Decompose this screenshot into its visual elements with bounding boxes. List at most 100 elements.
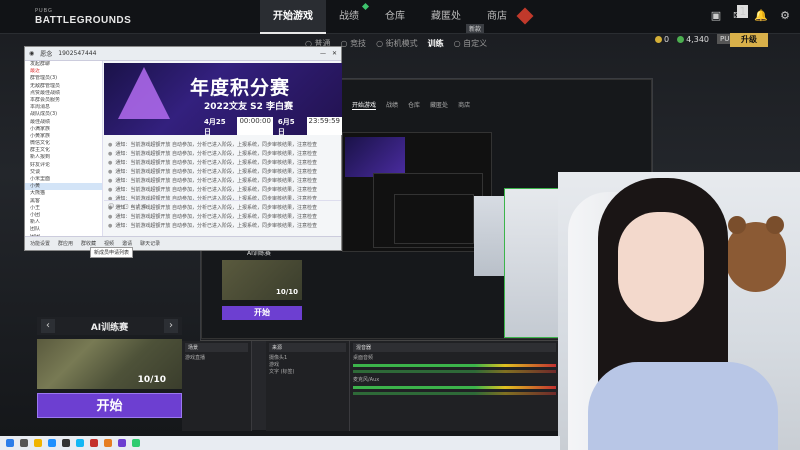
app-icon-red[interactable] [90, 439, 98, 447]
qq-member-item[interactable]: 发起群聊 [25, 61, 102, 68]
nav-inventory[interactable]: 仓库 [372, 0, 418, 34]
mode-training[interactable]: 训练 [428, 38, 444, 49]
scenes-panel: 场景 游戏直播 [182, 341, 252, 431]
settings-gear-icon[interactable]: ⚙ [780, 9, 790, 22]
search-icon[interactable] [20, 439, 28, 447]
qq-bottom-button[interactable]: 邀请 [122, 240, 132, 247]
qq-member-item[interactable]: 新人 [25, 219, 102, 226]
g-coin-icon [655, 35, 662, 43]
sources-header: 来源 [269, 343, 346, 352]
qq-close-icon[interactable]: ✕ [332, 50, 337, 57]
qq-member-item[interactable]: 最佳战绩 [25, 119, 102, 126]
qq-message-list: 通知：当前游戏超额开放 自动参加，分析已进入阶段，上报系统，同步审核结果，注意检… [108, 141, 337, 231]
nested-nav-stash: 藏匿处 [430, 102, 449, 109]
qq-member-item[interactable]: 好友评论 [25, 162, 102, 169]
source-item-game[interactable]: 游戏 [269, 361, 346, 368]
event-banner[interactable]: 年度积分赛 2022文友 S2 李白赛 4月25日 00:00:00 6月5日 … [104, 63, 342, 135]
qq-message: 通知：当前游戏超额开放 自动参加，分析已进入阶段，上报系统，同步审核结果，注意检… [108, 186, 337, 195]
mode-custom[interactable]: ○ 自定义 [454, 38, 488, 49]
qq-member-item[interactable]: 小米里面 [25, 176, 102, 183]
edge-browser-icon[interactable] [48, 439, 56, 447]
obs-taskbar-icon[interactable] [62, 439, 70, 447]
banner-title: 年度积分赛 [190, 77, 291, 99]
source-item-text[interactable]: 文字 (标签) [269, 368, 346, 375]
qq-member-item[interactable]: 微信文化 [25, 140, 102, 147]
qq-member-item[interactable]: 群主文化 [25, 147, 102, 154]
windows-taskbar [0, 436, 560, 450]
qq-member-item[interactable]: 小团 [25, 212, 102, 219]
nav-career[interactable]: 战绩 [326, 0, 372, 34]
qq-message: 通知：当前游戏超额开放 自动参加，分析已进入阶段，上报系统，同步审核结果，注意检… [108, 159, 337, 168]
app-icon-green[interactable] [132, 439, 140, 447]
scenes-header: 场景 [185, 343, 248, 352]
qq-member-item[interactable]: 团队 [25, 226, 102, 233]
qq-minimize-icon[interactable]: — [320, 50, 326, 57]
teddy-bear-graphic [726, 216, 786, 292]
banner-dates: 4月25日 00:00:00 6月5日 23:59:59 [204, 117, 342, 135]
qq-member-item[interactable]: 群管理员(3) [25, 75, 102, 82]
pubg-taskbar-icon[interactable] [104, 439, 112, 447]
nested-nav-career: 战绩 [386, 102, 399, 109]
desktop-audio-meter-2 [353, 370, 556, 373]
mode-ranked[interactable]: ○ 竞技 [341, 38, 367, 49]
qq-bottom-button[interactable]: 群收藏 [81, 240, 96, 247]
qq-bottom-button[interactable]: 功能设置 [30, 240, 50, 247]
qq-message: 通知：当前游戏超额开放 自动参加，分析已进入阶段，上报系统，同步审核结果，注意检… [108, 177, 337, 186]
nested-map-thumb: AI训练赛 10/10 [222, 250, 302, 300]
nav-play[interactable]: 开始游戏 [260, 0, 326, 34]
qq-message: 通知：当前游戏超额开放 自动参加，分析已进入阶段，上报系统，同步审核结果，注意检… [108, 168, 337, 177]
streamer-face-graphic [618, 212, 704, 322]
map-selector: ‹ AI训练赛 › [37, 317, 182, 335]
qq-member-item[interactable]: 小黄 [25, 183, 102, 191]
qq-title-id: 1902547444 [58, 50, 97, 57]
qq-bottom-button[interactable]: 聊天记录 [140, 240, 160, 247]
qq-member-item[interactable]: 黑客 [25, 198, 102, 205]
chevron-right-icon[interactable]: › [164, 319, 178, 333]
obs-dock: 场景 游戏直播 来源 摄像头1 游戏 文字 (标签) 混音器 桌面音频 麦克风/… [182, 340, 560, 431]
qq-bottom-button[interactable]: 视频 [104, 240, 114, 247]
new-badge-icon [361, 2, 370, 11]
mission-icon[interactable]: ▣ [711, 9, 721, 22]
qq-taskbar-icon[interactable] [76, 439, 84, 447]
chevron-left-icon[interactable]: ‹ [41, 319, 55, 333]
qq-member-item[interactable]: 最近 [25, 68, 102, 75]
desktop-audio-meter[interactable] [353, 364, 556, 367]
game-top-bar: PUBG BATTLEGROUNDS 开始游戏 战绩 仓库 藏匿处 商店 新款 … [0, 0, 800, 34]
qq-bottom-button[interactable]: 群应用 [58, 240, 73, 247]
start-button[interactable]: 开始 [37, 393, 182, 418]
audio-mixer-panel: 混音器 桌面音频 麦克风/Aux [350, 341, 560, 431]
banner-time-end: 23:59:59 [306, 117, 342, 135]
qq-member-item[interactable]: 新人报到 [25, 154, 102, 161]
notification-bell-icon[interactable]: 🔔 [754, 9, 768, 22]
app-icon-purple[interactable] [118, 439, 126, 447]
start-menu-icon[interactable] [6, 439, 14, 447]
logo-big-text: BATTLEGROUNDS [35, 15, 132, 26]
qq-member-item[interactable]: 小黄家族 [25, 133, 102, 140]
mixer-desktop-label: 桌面音频 [353, 355, 374, 361]
bp-points: 4,340 [677, 35, 709, 44]
qq-member-list: 发起群聊 最近 群管理员(3) 无敌群管理员 点赞最佳战绩 本群会员服务 本周消息 战队成员(… [25, 61, 103, 236]
map-title: AI训练赛 [90, 322, 129, 333]
qq-member-item[interactable]: 小王 [25, 205, 102, 212]
qq-member-item[interactable]: 点赞最佳战绩 [25, 90, 102, 97]
inbox-icon[interactable]: ✉1 [733, 5, 749, 22]
qq-member-item[interactable]: 大熊猫 [25, 190, 102, 197]
pubg-logo: PUBG BATTLEGROUNDS [35, 6, 131, 26]
upgrade-button[interactable]: 升级 [730, 33, 768, 47]
qq-member-item[interactable]: 本群会员服务 [25, 97, 102, 104]
qq-input-toolbar[interactable]: ☺ ✂ ▢ ⌂ ♪ ⊕ [104, 200, 341, 212]
qq-member-item[interactable]: 无敌群管理员 [25, 83, 102, 90]
scene-item[interactable]: 游戏直播 [185, 354, 248, 361]
mic-audio-meter[interactable] [353, 386, 556, 389]
file-explorer-icon[interactable] [34, 439, 42, 447]
qq-member-item[interactable]: 交谈 [25, 169, 102, 176]
qq-member-item[interactable]: 本周消息 [25, 104, 102, 111]
mode-arcade[interactable]: ○ 街机模式 [376, 38, 418, 49]
map-thumbnail[interactable]: 10/10 [37, 339, 182, 389]
qq-chat-window: ◉ 愿念 1902547444 — ✕ 发起群聊 最近 群管理员(3) 无敌群管理员点… [24, 46, 342, 251]
qq-member-item[interactable]: 小满家族 [25, 126, 102, 133]
qq-member-item[interactable]: 战队成员(3) [25, 111, 102, 118]
qq-message: 通知：当前游戏超额开放 自动参加，分析已进入阶段，上报系统，同步审核结果，注意检… [108, 150, 337, 159]
source-item-camera[interactable]: 摄像头1 [269, 354, 346, 361]
store-new-tag: 新款 [466, 24, 485, 33]
